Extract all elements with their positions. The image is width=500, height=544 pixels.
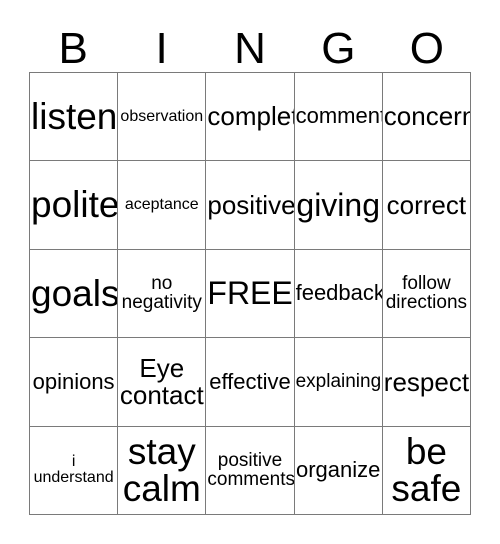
bingo-cell[interactable]: concern: [382, 73, 471, 162]
bingo-cell[interactable]: correct: [382, 161, 471, 250]
bingo-cell-label: be safe: [391, 430, 462, 510]
bingo-header-letter-2: N: [234, 24, 266, 73]
bingo-cell-label: observation: [120, 107, 204, 125]
bingo-cell[interactable]: organize: [294, 426, 383, 515]
bingo-cell[interactable]: be safe: [382, 426, 471, 515]
bingo-cell-label: organize: [296, 457, 381, 483]
bingo-header-letter-1: I: [155, 24, 168, 73]
bingo-cell-label: stay calm: [122, 430, 201, 510]
bingo-cell[interactable]: no negativity: [118, 249, 207, 339]
bingo-cell[interactable]: explaining: [294, 338, 383, 427]
bingo-cell[interactable]: effective: [206, 338, 295, 427]
bingo-cell-label: correct: [386, 189, 467, 220]
bingo-cell-label: concern: [383, 101, 471, 132]
bingo-card: BINGO listenobservationcompletecommentsc…: [0, 0, 500, 544]
bingo-cell[interactable]: listen: [30, 73, 119, 162]
bingo-header-letter-3: G: [321, 24, 356, 73]
bingo-cell-label: goals: [31, 272, 119, 314]
bingo-cell[interactable]: goals: [30, 249, 119, 339]
bingo-cell[interactable]: observation: [118, 73, 207, 162]
bingo-cell-label: FREE!: [207, 275, 295, 312]
bingo-cell[interactable]: i understand: [30, 426, 119, 515]
bingo-cell-label: no negativity: [121, 273, 202, 314]
bingo-cell[interactable]: positive comments: [206, 426, 295, 515]
bingo-header-letter-4: O: [409, 24, 444, 73]
bingo-cell[interactable]: complete: [206, 73, 295, 162]
bingo-cell-label: polite: [31, 184, 119, 226]
bingo-cell[interactable]: comments: [294, 73, 383, 162]
bingo-cell-label: follow directions: [385, 273, 468, 314]
bingo-cell[interactable]: polite: [30, 161, 119, 250]
bingo-header-row: BINGO: [29, 20, 471, 72]
bingo-cell[interactable]: aceptance: [118, 161, 207, 250]
bingo-cell[interactable]: feedback: [294, 249, 383, 339]
bingo-cell[interactable]: Eye contact: [118, 338, 207, 427]
bingo-cell-label: respect: [383, 366, 470, 397]
bingo-cell-label: Eye contact: [119, 353, 204, 410]
bingo-cell-label: feedback: [295, 280, 383, 306]
bingo-cell-label: complete: [207, 101, 293, 132]
bingo-cell-label: opinions: [32, 368, 115, 394]
bingo-cell[interactable]: positive: [206, 161, 295, 250]
bingo-cell[interactable]: follow directions: [382, 249, 471, 339]
bingo-cell[interactable]: giving: [294, 161, 383, 250]
bingo-cell-label: giving: [296, 186, 380, 223]
bingo-cell-label: listen: [31, 95, 118, 137]
bingo-cell-free-space[interactable]: FREE!: [206, 249, 295, 339]
bingo-cell-label: comments: [295, 103, 382, 129]
bingo-cell-label: explaining: [295, 371, 382, 393]
bingo-cell-label: i understand: [33, 452, 114, 487]
bingo-cell[interactable]: stay calm: [118, 426, 207, 515]
bingo-cell-label: positive comments: [207, 449, 295, 491]
bingo-header-letter-0: B: [58, 24, 88, 73]
bingo-cell-label: effective: [209, 368, 291, 394]
bingo-grid: listenobservationcompletecommentsconcern…: [29, 72, 471, 515]
bingo-cell-label: aceptance: [124, 195, 199, 213]
bingo-cell[interactable]: respect: [382, 338, 471, 427]
bingo-cell[interactable]: opinions: [30, 338, 119, 427]
bingo-cell-label: positive: [207, 189, 295, 220]
